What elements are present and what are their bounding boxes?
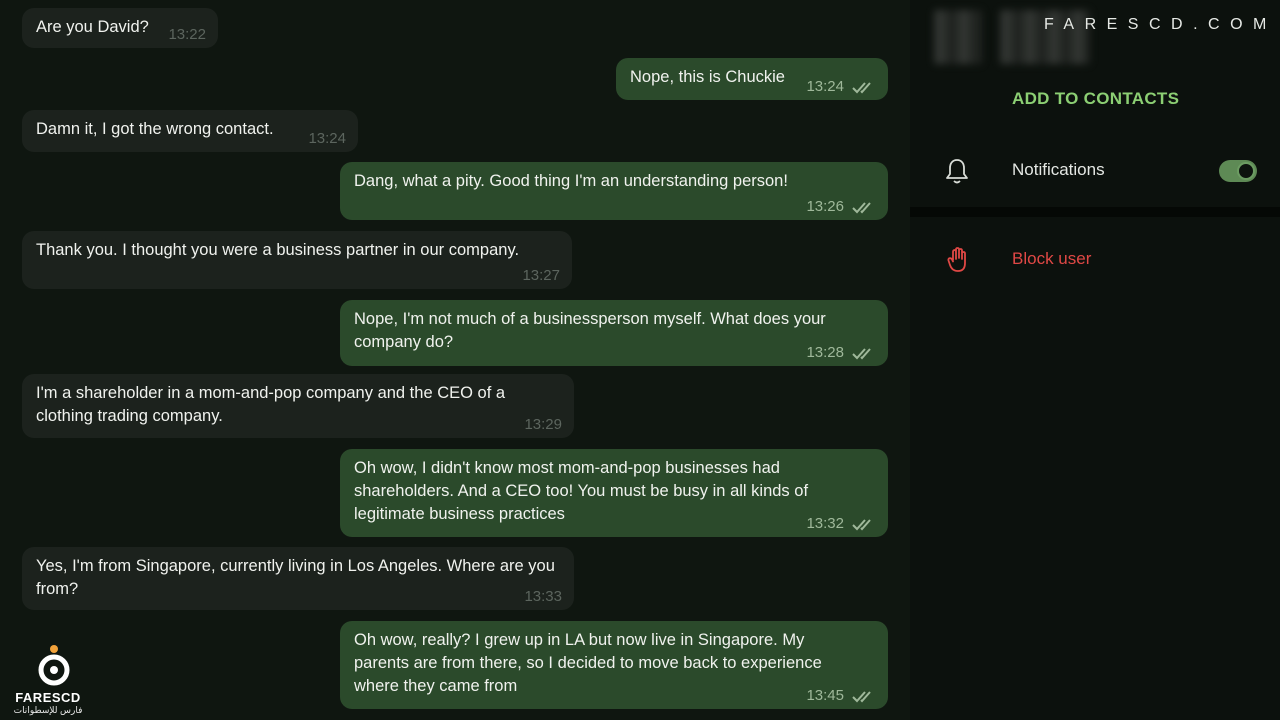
message-meta: 13:32 bbox=[806, 515, 876, 533]
notifications-label: Notifications bbox=[1012, 160, 1105, 179]
message-meta: 13:28 bbox=[806, 344, 876, 362]
message-text: Oh wow, really? I grew up in LA but now … bbox=[354, 631, 822, 695]
double-check-icon bbox=[852, 82, 871, 94]
add-to-contacts-button[interactable]: ADD TO CONTACTS bbox=[1012, 89, 1179, 109]
logo-subtitle: فارس للإسطوانات bbox=[13, 705, 83, 715]
chat-panel: Are you David? 13:22 Nope, this is Chuck… bbox=[0, 0, 910, 720]
watermark-brand: FARESCD.COM bbox=[1044, 16, 1277, 33]
message-time: 13:32 bbox=[806, 515, 844, 532]
message-outgoing[interactable]: Oh wow, I didn't know most mom-and-pop b… bbox=[340, 449, 888, 537]
section-divider bbox=[910, 207, 1280, 217]
bell-icon bbox=[946, 159, 968, 184]
farescd-logo: FARESCD فارس للإسطوانات bbox=[8, 640, 88, 720]
message-meta: 13:27 bbox=[522, 267, 560, 285]
message-meta: 13:33 bbox=[524, 588, 562, 606]
message-incoming[interactable]: Thank you. I thought you were a business… bbox=[22, 231, 572, 289]
message-incoming[interactable]: Are you David? 13:22 bbox=[22, 8, 218, 48]
message-incoming[interactable]: I'm a shareholder in a mom-and-pop compa… bbox=[22, 374, 574, 438]
message-text: Dang, what a pity. Good thing I'm an und… bbox=[354, 172, 788, 190]
message-outgoing[interactable]: Dang, what a pity. Good thing I'm an und… bbox=[340, 162, 888, 220]
double-check-icon bbox=[852, 519, 871, 531]
message-time: 13:24 bbox=[806, 78, 844, 95]
message-meta: 13:22 bbox=[168, 26, 206, 44]
block-user-button[interactable]: Block user bbox=[1012, 249, 1091, 269]
message-text: Thank you. I thought you were a business… bbox=[36, 241, 520, 259]
message-time: 13:45 bbox=[806, 687, 844, 704]
double-check-icon bbox=[852, 348, 871, 360]
message-text: Damn it, I got the wrong contact. bbox=[36, 120, 274, 138]
message-text: Oh wow, I didn't know most mom-and-pop b… bbox=[354, 459, 809, 523]
message-time: 13:28 bbox=[806, 344, 844, 361]
message-time: 13:27 bbox=[522, 267, 560, 284]
message-time: 13:26 bbox=[806, 198, 844, 215]
message-incoming[interactable]: Damn it, I got the wrong contact. 13:24 bbox=[22, 110, 358, 152]
message-meta: 13:24 bbox=[806, 78, 876, 96]
double-check-icon bbox=[852, 202, 871, 214]
double-check-icon bbox=[852, 691, 871, 703]
message-time: 13:22 bbox=[168, 26, 206, 43]
notifications-toggle[interactable] bbox=[1219, 160, 1257, 182]
message-time: 13:29 bbox=[524, 416, 562, 433]
logo-name: FARESCD bbox=[15, 690, 81, 705]
toggle-knob bbox=[1237, 162, 1255, 180]
message-outgoing[interactable]: Oh wow, really? I grew up in LA but now … bbox=[340, 621, 888, 709]
message-meta: 13:45 bbox=[806, 687, 876, 705]
message-meta: 13:26 bbox=[806, 198, 876, 216]
message-text: I'm a shareholder in a mom-and-pop compa… bbox=[36, 384, 506, 425]
message-text: Nope, I'm not much of a businessperson m… bbox=[354, 310, 826, 351]
hand-stop-icon bbox=[947, 247, 966, 272]
farescd-logo-mark bbox=[38, 645, 70, 686]
message-outgoing[interactable]: Nope, this is Chuckie 13:24 bbox=[616, 58, 888, 100]
message-time: 13:24 bbox=[308, 130, 346, 147]
message-meta: 13:29 bbox=[524, 416, 562, 434]
message-text: Yes, I'm from Singapore, currently livin… bbox=[36, 557, 555, 598]
message-time: 13:33 bbox=[524, 588, 562, 605]
message-meta: 13:24 bbox=[308, 130, 346, 148]
blurred-profile-photo bbox=[934, 10, 982, 64]
message-incoming[interactable]: Yes, I'm from Singapore, currently livin… bbox=[22, 547, 574, 610]
message-outgoing[interactable]: Nope, I'm not much of a businessperson m… bbox=[340, 300, 888, 366]
